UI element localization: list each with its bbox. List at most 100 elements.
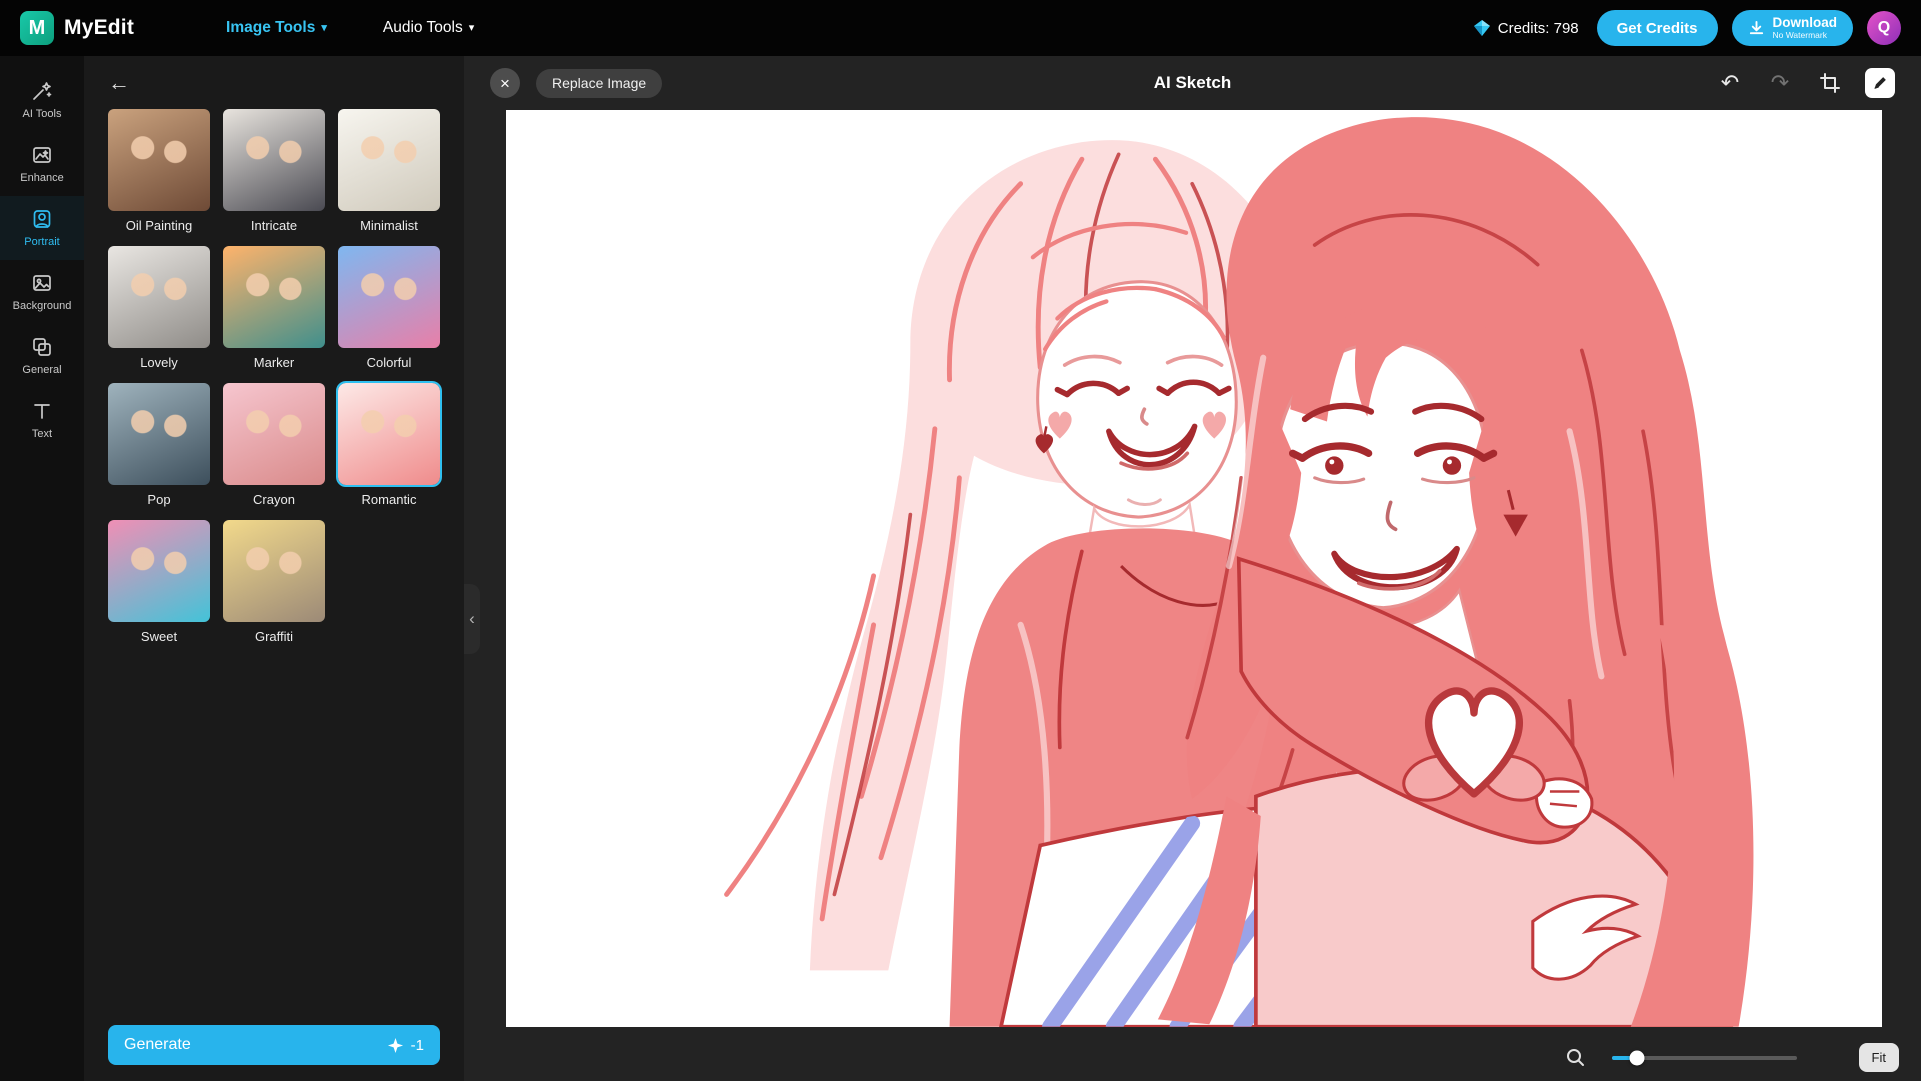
nav-image-tools-label: Image Tools — [226, 19, 315, 37]
zoom-slider-thumb[interactable] — [1630, 1050, 1645, 1065]
credits-display: Credits: 798 — [1473, 19, 1579, 37]
portrait-icon — [31, 208, 53, 230]
styles-panel: ← Oil Painting Intricate Minimalist Lovely M… — [84, 56, 464, 1081]
sidebar-label: Enhance — [20, 172, 63, 184]
sketch-artwork — [506, 110, 1882, 1027]
user-avatar[interactable]: Q — [1867, 11, 1901, 45]
style-thumbnail[interactable] — [223, 520, 325, 622]
style-option-lovely[interactable]: Lovely — [108, 246, 210, 370]
style-thumbnail[interactable] — [223, 246, 325, 348]
sketch-tool-button[interactable] — [1865, 68, 1895, 98]
zoom-slider[interactable] — [1612, 1056, 1797, 1060]
app-body: AI Tools Enhance Portrait Background Gen… — [0, 56, 1921, 1081]
style-label: Pop — [108, 492, 210, 507]
undo-button[interactable]: ↶ — [1715, 68, 1745, 98]
style-thumbnail[interactable] — [108, 246, 210, 348]
tool-sidebar: AI Tools Enhance Portrait Background Gen… — [0, 56, 84, 1081]
crop-icon — [1819, 72, 1841, 94]
sparkle-icon — [387, 1037, 404, 1054]
sidebar-item-enhance[interactable]: Enhance — [0, 132, 84, 196]
download-button[interactable]: Download No Watermark — [1732, 10, 1854, 46]
top-nav: Image Tools ▾ Audio Tools ▾ — [226, 19, 474, 37]
nav-audio-tools[interactable]: Audio Tools ▾ — [383, 19, 474, 37]
style-thumbnail[interactable] — [108, 383, 210, 485]
style-label: Lovely — [108, 355, 210, 370]
nav-image-tools[interactable]: Image Tools ▾ — [226, 19, 327, 37]
style-option-crayon[interactable]: Crayon — [223, 383, 325, 507]
nav-audio-tools-label: Audio Tools — [383, 19, 463, 37]
style-thumbnail[interactable] — [223, 109, 325, 211]
generate-button[interactable]: Generate -1 — [108, 1025, 440, 1065]
zoom-bar: Fit — [1565, 1043, 1899, 1072]
style-thumbnail[interactable] — [223, 383, 325, 485]
style-label: Crayon — [223, 492, 325, 507]
sidebar-label: Text — [32, 428, 52, 440]
sidebar-item-text[interactable]: Text — [0, 388, 84, 452]
style-option-intricate[interactable]: Intricate — [223, 109, 325, 233]
style-label: Marker — [223, 355, 325, 370]
style-label: Romantic — [338, 492, 440, 507]
zoom-search-button[interactable] — [1565, 1047, 1586, 1068]
sidebar-item-portrait[interactable]: Portrait — [0, 196, 84, 260]
panel-collapse-handle[interactable]: ‹ — [464, 584, 480, 654]
sidebar-label: Portrait — [24, 236, 59, 248]
brand-logo[interactable]: M MyEdit — [20, 11, 134, 45]
style-label: Colorful — [338, 355, 440, 370]
generate-cost: -1 — [411, 1037, 424, 1054]
style-option-graffiti[interactable]: Graffiti — [223, 520, 325, 644]
canvas-area: Fit — [464, 110, 1921, 1081]
credits-label: Credits: 798 — [1498, 20, 1579, 37]
style-label: Oil Painting — [108, 218, 210, 233]
chevron-down-icon: ▾ — [321, 23, 327, 34]
crop-button[interactable] — [1815, 68, 1845, 98]
style-label: Intricate — [223, 218, 325, 233]
style-option-marker[interactable]: Marker — [223, 246, 325, 370]
background-image-icon — [31, 272, 53, 294]
text-icon — [31, 400, 53, 422]
sidebar-item-general[interactable]: General — [0, 324, 84, 388]
fit-button[interactable]: Fit — [1859, 1043, 1899, 1072]
brand-name: MyEdit — [64, 16, 134, 40]
replace-image-button[interactable]: Replace Image — [536, 69, 662, 98]
style-thumbnail[interactable] — [108, 109, 210, 211]
pen-icon — [1871, 74, 1889, 92]
download-label: Download — [1773, 16, 1838, 31]
style-thumbnail[interactable] — [338, 383, 440, 485]
download-sublabel: No Watermark — [1773, 31, 1827, 40]
magnifier-icon — [1565, 1047, 1586, 1068]
generate-label: Generate — [124, 1036, 191, 1054]
sidebar-label: AI Tools — [23, 108, 62, 120]
style-label: Sweet — [108, 629, 210, 644]
back-button[interactable]: ← — [108, 72, 130, 94]
chevron-down-icon: ▾ — [469, 23, 475, 34]
get-credits-button[interactable]: Get Credits — [1597, 10, 1718, 46]
sidebar-item-ai-tools[interactable]: AI Tools — [0, 68, 84, 132]
style-option-oil-painting[interactable]: Oil Painting — [108, 109, 210, 233]
redo-button[interactable]: ↷ — [1765, 68, 1795, 98]
sidebar-item-background[interactable]: Background — [0, 260, 84, 324]
magic-wand-icon — [31, 80, 53, 102]
top-bar: M MyEdit Image Tools ▾ Audio Tools ▾ Cre… — [0, 0, 1921, 56]
style-option-colorful[interactable]: Colorful — [338, 246, 440, 370]
sidebar-label: General — [22, 364, 61, 376]
style-option-minimalist[interactable]: Minimalist — [338, 109, 440, 233]
editor-main: × Replace Image AI Sketch ↶ ↷ — [464, 56, 1921, 1081]
style-thumbnail[interactable] — [108, 520, 210, 622]
page-title: AI Sketch — [464, 73, 1921, 93]
styles-grid: Oil Painting Intricate Minimalist Lovely Mar… — [84, 105, 464, 1025]
close-button[interactable]: × — [490, 68, 520, 98]
myedit-logo-icon: M — [20, 11, 54, 45]
style-thumbnail[interactable] — [338, 109, 440, 211]
sidebar-label: Background — [13, 300, 72, 312]
style-thumbnail[interactable] — [338, 246, 440, 348]
canvas-header: × Replace Image AI Sketch ↶ ↷ — [464, 56, 1921, 110]
style-option-sweet[interactable]: Sweet — [108, 520, 210, 644]
enhance-image-icon — [31, 144, 53, 166]
credit-diamond-icon — [1473, 19, 1491, 37]
download-icon — [1748, 20, 1765, 37]
top-bar-right: Credits: 798 Get Credits Download No Wat… — [1473, 10, 1901, 46]
style-label: Minimalist — [338, 218, 440, 233]
style-label: Graffiti — [223, 629, 325, 644]
style-option-romantic[interactable]: Romantic — [338, 383, 440, 507]
style-option-pop[interactable]: Pop — [108, 383, 210, 507]
